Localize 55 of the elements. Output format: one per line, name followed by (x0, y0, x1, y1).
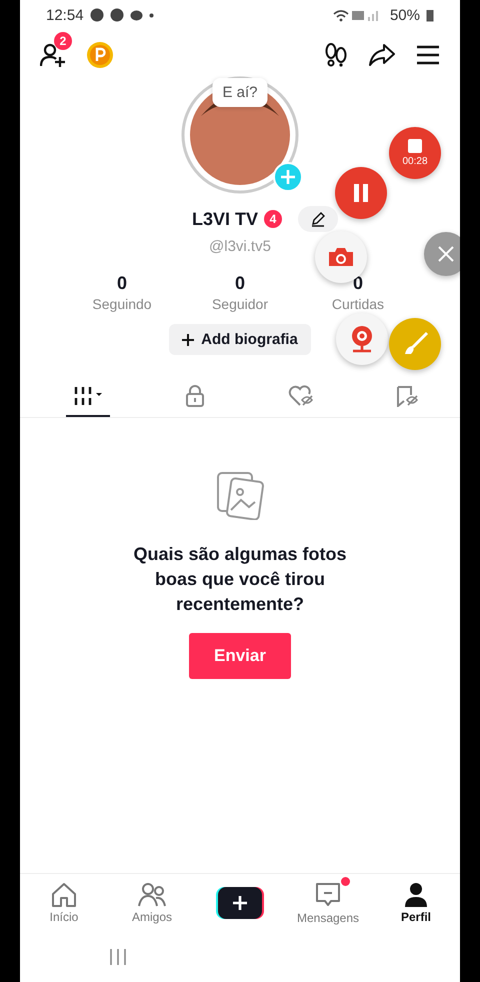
app-notification-icon (90, 8, 104, 22)
nav-item[interactable]: Amigos (108, 882, 196, 924)
friends-icon (138, 882, 166, 908)
nav-item[interactable]: Mensagens (284, 881, 372, 925)
recent-apps-icon[interactable] (108, 948, 128, 966)
stat-value: 0 (116, 273, 127, 294)
hidden-heart-icon (288, 385, 314, 407)
lock-icon (185, 385, 205, 407)
nav-item[interactable]: Início (20, 882, 108, 924)
add-photo-icon[interactable] (273, 162, 303, 192)
pause-button[interactable] (335, 167, 387, 219)
battery-level: 50% (390, 6, 420, 24)
plus-icon (216, 887, 264, 919)
stop-icon (408, 139, 422, 153)
battery-icon (426, 8, 434, 22)
add-bio-button[interactable]: Add biografia (169, 324, 311, 355)
profile-name: L3VI TV (192, 208, 258, 230)
person-icon (403, 882, 429, 908)
more-notifications-icon (148, 12, 154, 18)
message-icon (314, 881, 342, 909)
nav-item[interactable]: Perfil (372, 882, 460, 924)
webcam-button[interactable] (336, 313, 388, 365)
stat-label: Seguindo (92, 296, 152, 312)
stat-value: 0 (352, 273, 363, 294)
footprints-icon[interactable] (324, 42, 348, 68)
close-icon (437, 245, 455, 263)
home-icon (50, 882, 78, 908)
hidden-bookmark-icon (395, 385, 419, 407)
camera-icon (328, 247, 354, 267)
stop-record-button[interactable]: 00:28 (389, 127, 441, 179)
profile-handle: @l3vi.tv5 (209, 238, 271, 255)
grid-icon (73, 386, 103, 406)
app-notification-icon (110, 8, 124, 22)
stat-label: Seguidor (212, 296, 268, 312)
plus-icon (182, 334, 194, 346)
unread-dot (341, 877, 350, 886)
close-button[interactable] (424, 232, 460, 276)
status-time: 12:54 (46, 6, 84, 24)
chat-notification-icon (130, 10, 143, 20)
send-button[interactable]: Enviar (189, 633, 291, 679)
pencil-icon (310, 211, 326, 227)
share-icon[interactable] (368, 43, 396, 67)
stat-label: Curtidas (332, 296, 384, 312)
edit-name-button[interactable] (298, 206, 338, 232)
avatar[interactable] (181, 76, 299, 194)
menu-icon[interactable] (416, 45, 440, 65)
webcam-icon (349, 325, 375, 353)
coin-icon[interactable] (86, 41, 114, 69)
empty-state-message: Quais são algumas fotos boas que você tirou recentemente? (132, 543, 348, 616)
pause-icon (354, 184, 368, 202)
greeting-bubble[interactable]: E aí? (212, 78, 268, 107)
photos-icon (215, 470, 265, 520)
level-badge: 4 (264, 210, 282, 228)
notification-badge: 2 (54, 32, 72, 50)
stat-value: 0 (234, 273, 245, 294)
